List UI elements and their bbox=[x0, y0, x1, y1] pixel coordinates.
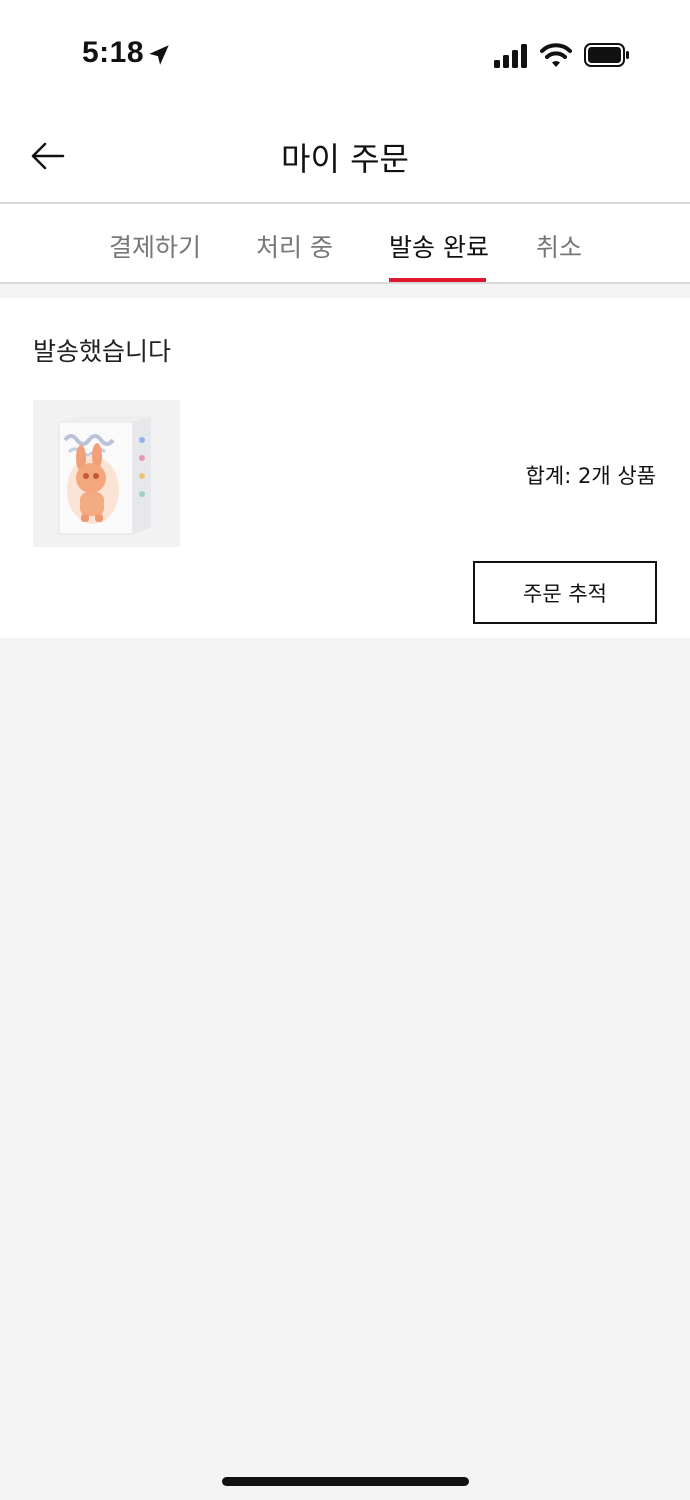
order-total-text: 합계: 2개 상품 bbox=[525, 464, 656, 488]
header-bar: 마이 주문 bbox=[0, 110, 690, 204]
cellular-signal-icon bbox=[494, 44, 527, 68]
page-title: 마이 주문 bbox=[281, 140, 409, 178]
status-time: 5:18 bbox=[82, 36, 145, 69]
order-status-tabs: 결제하기 처리 중 발송 완료 취소 bbox=[0, 204, 690, 284]
tab-payment[interactable]: 결제하기 bbox=[109, 228, 201, 264]
track-order-button[interactable]: 주문 추적 bbox=[473, 561, 657, 624]
active-tab-indicator bbox=[389, 278, 486, 282]
location-arrow-icon bbox=[149, 45, 169, 65]
wifi-icon bbox=[540, 43, 572, 67]
order-card[interactable]: 발송했습니다 합계: 2개 상품 주문 추적 bbox=[0, 298, 690, 638]
product-image[interactable] bbox=[33, 400, 180, 547]
tab-cancelled[interactable]: 취소 bbox=[536, 228, 582, 264]
status-bar: 5:18 bbox=[0, 0, 690, 110]
tab-shipped[interactable]: 발송 완료 bbox=[389, 228, 489, 264]
home-indicator bbox=[222, 1477, 469, 1486]
order-status-text: 발송했습니다 bbox=[33, 337, 172, 366]
tab-processing[interactable]: 처리 중 bbox=[256, 228, 333, 264]
battery-icon bbox=[584, 43, 629, 67]
